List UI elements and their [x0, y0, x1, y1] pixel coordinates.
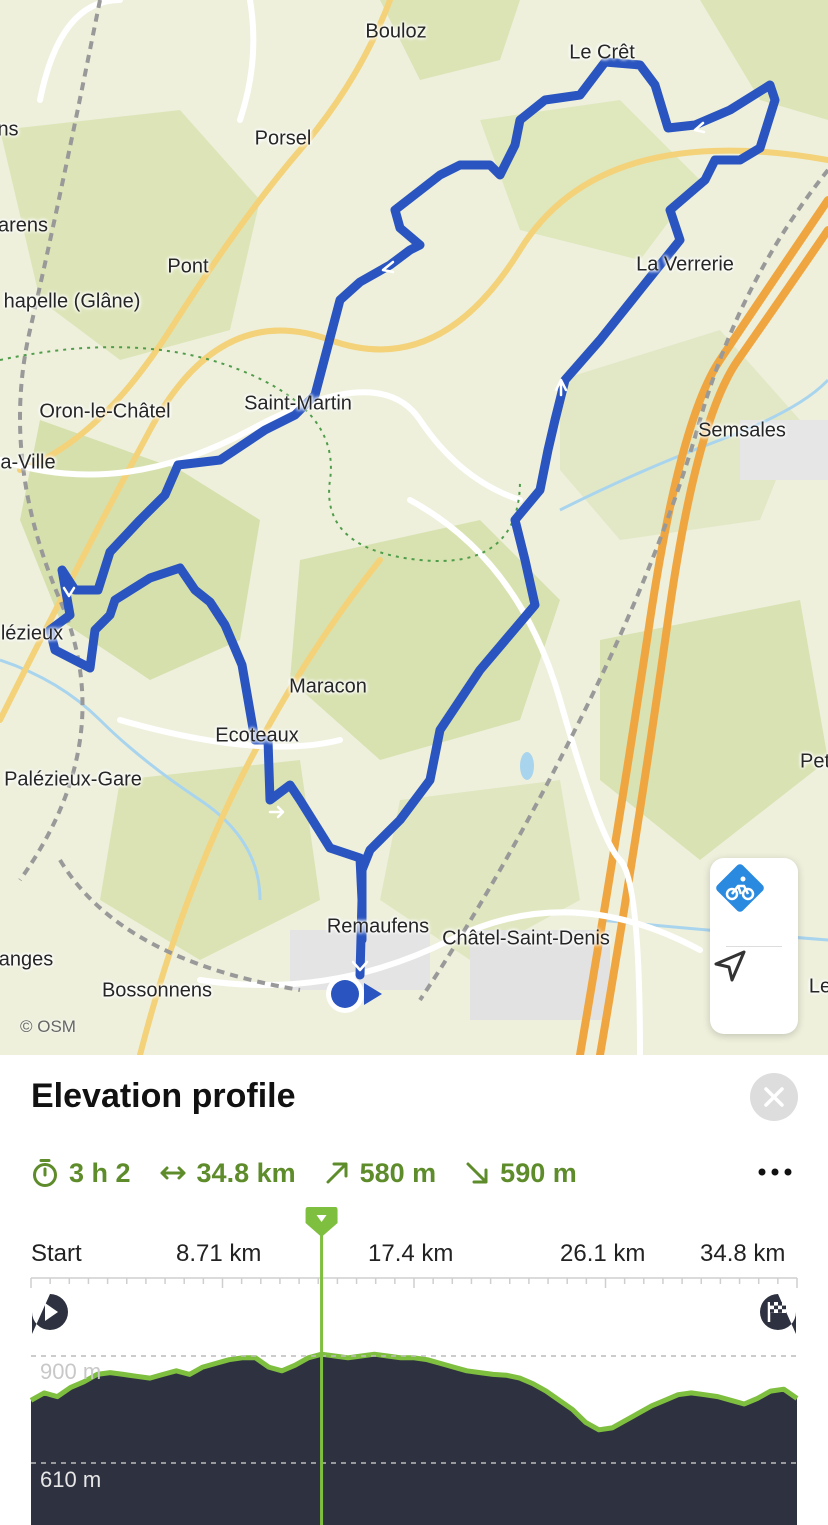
finish-pin-shape	[760, 1294, 796, 1334]
elevation-tick-label: 900 m	[40, 1359, 102, 1384]
route-mode-button[interactable]	[710, 858, 798, 946]
start-marker[interactable]	[30, 1292, 70, 1336]
place-label: Pont	[167, 255, 209, 278]
place-label: Remaufens	[326, 915, 430, 938]
distance-tick-label: 8.71 km	[176, 1240, 262, 1267]
place-label: Semsales	[698, 419, 786, 442]
place-label: ns	[0, 118, 19, 141]
place-label: Porsel	[254, 127, 312, 150]
locate-button[interactable]	[710, 946, 798, 1034]
map-controls	[710, 858, 798, 1034]
place-label: Pet	[799, 750, 828, 773]
place-label: Châtel-Saint-Denis	[442, 927, 610, 950]
elevation-chart[interactable]	[0, 1055, 828, 1525]
map-attribution[interactable]: © OSM	[20, 1017, 76, 1037]
map-view[interactable]: Bouloz Le Crêt Porsel ns arens Pont La V…	[0, 0, 828, 1055]
place-label: Palézieux-Gare	[4, 768, 142, 791]
place-label: Oron-le-Châtel	[39, 400, 171, 423]
elevation-tick-label: 610 m	[40, 1467, 102, 1492]
place-label: anges	[0, 948, 54, 971]
place-label: Bouloz	[365, 20, 427, 43]
place-label: Saint-Martin	[244, 392, 352, 415]
elevation-panel: Elevation profile 3 h 2 34.8 km 580 m 59…	[0, 1055, 828, 1525]
place-label: Bossonnens	[101, 979, 213, 1002]
distance-ticks	[30, 1278, 798, 1288]
place-label: Ecoteaux	[215, 724, 299, 747]
place-label: La Verrerie	[636, 253, 734, 276]
bike-route-icon	[716, 864, 764, 912]
distance-tick-label: 17.4 km	[368, 1240, 454, 1267]
place-label: a-Ville	[0, 451, 56, 474]
place-label: Maracon	[289, 675, 367, 698]
finish-marker[interactable]	[758, 1292, 798, 1336]
distance-tick-label: 34.8 km	[700, 1240, 786, 1267]
map-canvas[interactable]	[0, 0, 828, 1055]
place-label: arens	[0, 214, 49, 237]
place-label: Le	[808, 975, 828, 998]
distance-tick-label: 26.1 km	[560, 1240, 646, 1267]
location-arrow-icon	[714, 950, 746, 982]
place-label: hapelle (Glâne)	[3, 290, 141, 313]
place-label: Le Crêt	[569, 41, 635, 64]
distance-tick-label: Start	[31, 1240, 82, 1267]
place-label: lézieux	[0, 622, 64, 645]
